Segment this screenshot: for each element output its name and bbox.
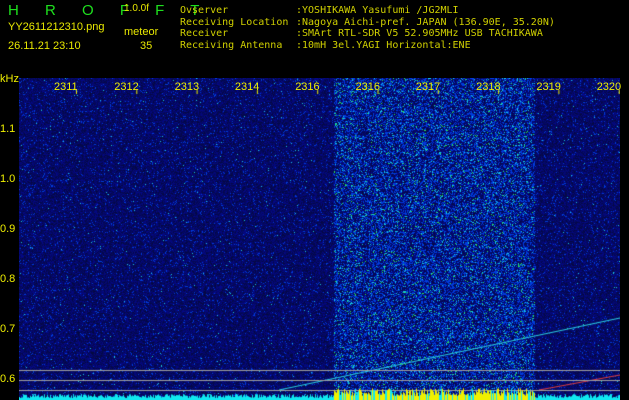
time-tick-label: 2320 [597,81,621,93]
info-value: :SMArt RTL-SDR V5 52.905MHz USB TACHIKAW… [296,28,543,40]
info-label: Ovserver [180,5,228,17]
info-label: Receiving Location [180,17,288,29]
info-label: Receiver [180,28,228,40]
meteor-count: 35 [140,40,152,52]
time-tick-label: 2318 [476,81,500,93]
info-value: :10mH 3el.YAGI Horizontal:ENE [296,40,471,52]
time-tick-label: 2314 [235,81,259,93]
spectrogram [19,78,620,400]
time-tick-label: 2312 [114,81,138,93]
time-tick-label: 2316 [356,81,380,93]
file-name: YY2611212310.png [8,21,104,33]
time-tick-label: 2311 [54,81,78,93]
y-tick-label: 0.7 [0,323,15,335]
y-tick-label: 1.1 [0,123,15,135]
y-tick-label: 0.9 [0,223,15,235]
y-tick-label: 1.0 [0,173,15,185]
time-tick-label: 2317 [416,81,440,93]
y-tick-label: 0.8 [0,273,15,285]
time-tick-label: 2319 [536,81,560,93]
info-label: Receiving Antenna [180,40,282,52]
version-label: 1.0.0f [124,3,149,14]
time-tick-label: 2313 [175,81,199,93]
y-unit: kHz [0,73,19,85]
time-tick-label: 2316 [295,81,319,93]
meteor-label: meteor [124,26,158,38]
datetime: 26.11.21 23:10 [8,40,81,52]
info-value: :Nagoya Aichi-pref. JAPAN (136.90E, 35.2… [296,17,555,29]
y-tick-label: 0.6 [0,373,15,385]
info-value: :YOSHIKAWA Yasufumi /JG2MLI [296,5,459,17]
